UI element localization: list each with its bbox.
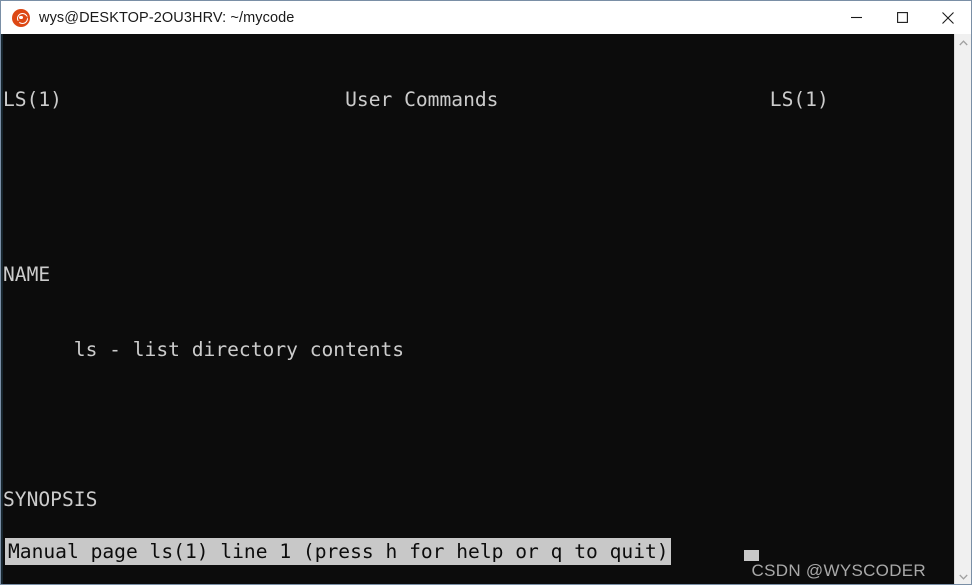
man-header-right: LS(1) (769, 88, 829, 111)
scrollbar-down-button[interactable] (955, 568, 971, 584)
ubuntu-icon (12, 8, 30, 27)
close-button[interactable] (925, 1, 971, 34)
block-cursor (744, 550, 759, 561)
minimize-icon (850, 16, 862, 19)
maximize-icon (896, 12, 908, 23)
watermark-text: CSDN @WYSCODER (751, 561, 926, 580)
terminal-window: wys@DESKTOP-2OU3HRV: ~/mycode LS(1) User… (0, 0, 972, 585)
minimize-button[interactable] (833, 1, 879, 34)
man-header-left: LS(1) (3, 88, 62, 111)
close-icon (942, 11, 954, 24)
vertical-scrollbar[interactable] (954, 34, 971, 584)
man-line-synopsis-heading: SYNOPSIS (3, 488, 98, 511)
maximize-button[interactable] (879, 1, 925, 34)
man-header-center: User Commands (345, 88, 499, 111)
man-line-blank-1 (3, 187, 954, 212)
chevron-down-icon (958, 574, 968, 580)
chevron-up-icon (958, 39, 968, 45)
man-header-spacer-right (498, 88, 769, 111)
window-title: wys@DESKTOP-2OU3HRV: ~/mycode (39, 9, 295, 26)
window-controls (833, 1, 971, 34)
man-line-name-heading: NAME (3, 263, 51, 286)
man-line-name-body: ls - list directory contents (3, 338, 405, 361)
man-line-blank-2 (3, 412, 954, 437)
scrollbar-up-button[interactable] (955, 34, 971, 51)
pager-status-bar: Manual page ls(1) line 1 (press h for he… (5, 538, 671, 565)
title-bar[interactable]: wys@DESKTOP-2OU3HRV: ~/mycode (1, 1, 971, 34)
man-header-row: LS(1) User Commands LS(1) (3, 87, 954, 112)
man-header-spacer-left (62, 88, 345, 111)
man-page-content: LS(1) User Commands LS(1) NAME ls - list… (3, 34, 954, 584)
terminal-screen[interactable]: LS(1) User Commands LS(1) NAME ls - list… (1, 34, 954, 584)
